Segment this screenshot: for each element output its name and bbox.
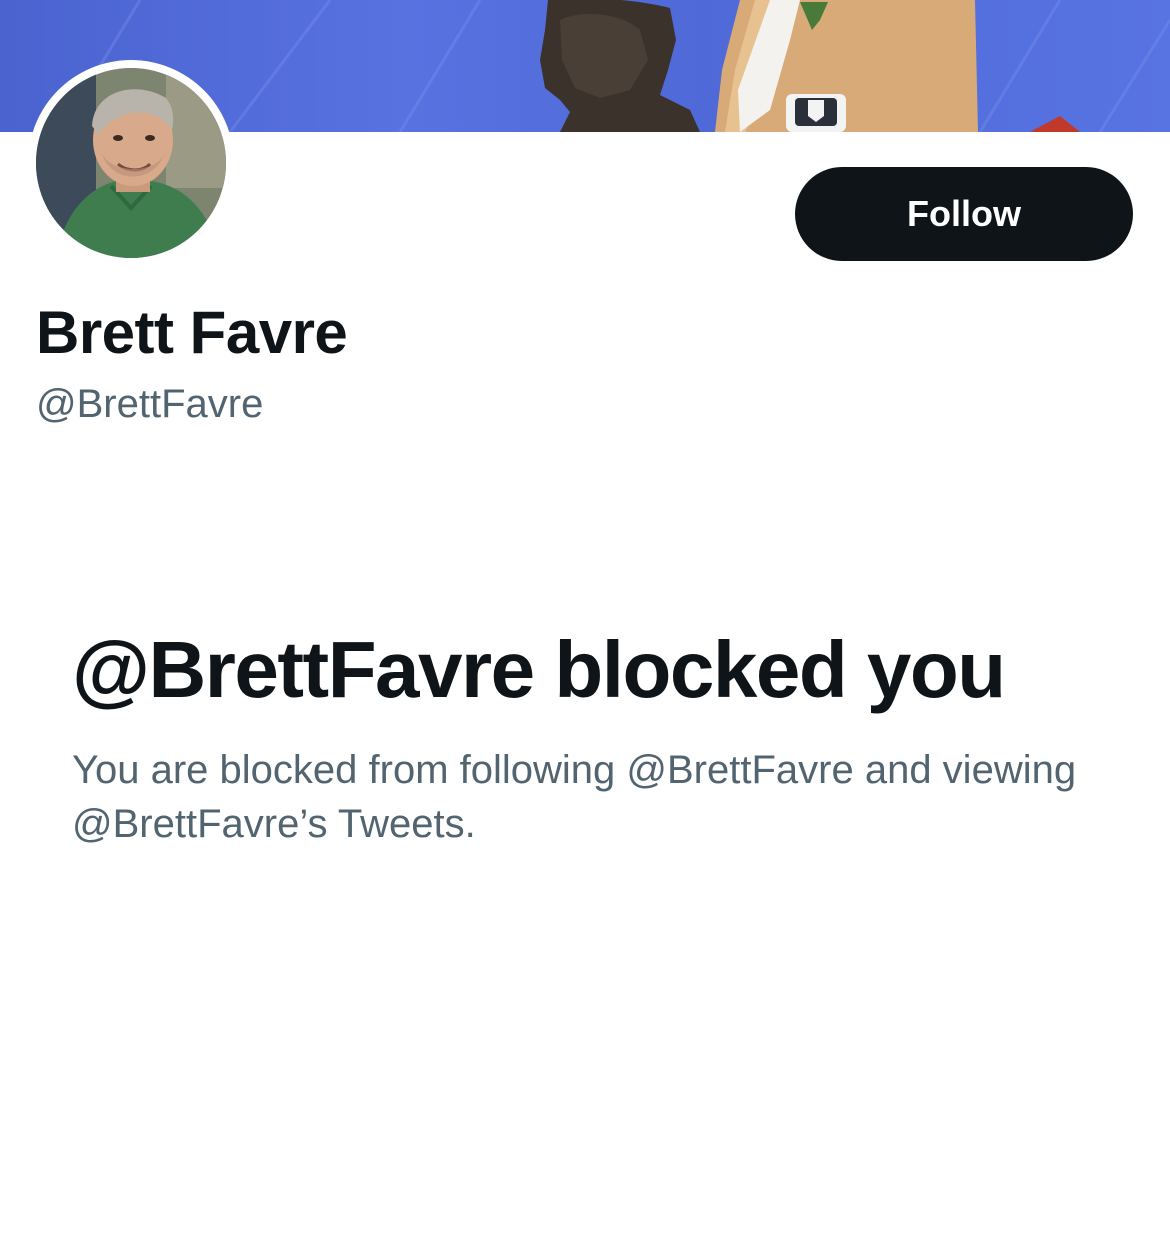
profile-handle: @BrettFavre	[36, 382, 264, 426]
profile-display-name: Brett Favre	[36, 299, 348, 366]
profile-page: Follow Brett Favre @BrettFavre @BrettFav…	[0, 0, 1170, 1256]
blocked-notice-description: You are blocked from following @BrettFav…	[72, 748, 1077, 846]
profile-avatar[interactable]	[28, 60, 234, 266]
blocked-notice-title: @BrettFavre blocked you	[72, 625, 1006, 714]
follow-button[interactable]: Follow	[795, 167, 1133, 261]
avatar-photo	[36, 68, 226, 258]
